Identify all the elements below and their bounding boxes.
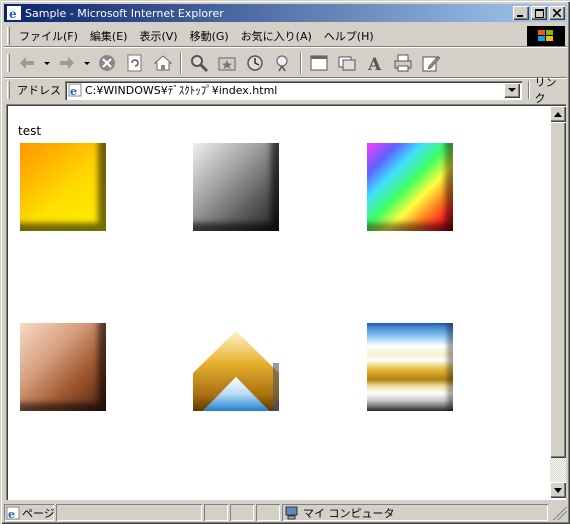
gray-gradient-image	[193, 143, 279, 231]
menu-view[interactable]: 表示(V)	[133, 28, 183, 44]
address-url: C:¥WINDOWS¥ﾃﾞｽｸﾄｯﾌﾟ¥index.html	[84, 84, 278, 97]
scroll-up-button[interactable]	[550, 106, 566, 122]
blue-gold-stripe-image	[367, 323, 453, 411]
page-text: test	[18, 124, 42, 138]
minimize-button[interactable]	[513, 6, 529, 20]
stop-icon[interactable]	[95, 51, 119, 75]
favorites-icon[interactable]	[215, 51, 239, 75]
menu-file[interactable]: ファイル(F)	[13, 28, 84, 44]
window-title: Sample - Microsoft Internet Explorer	[25, 6, 224, 20]
edit-icon[interactable]	[419, 51, 443, 75]
links-button[interactable]: リンク	[534, 74, 567, 106]
page-content: test	[6, 104, 566, 500]
print-icon[interactable]	[391, 51, 415, 75]
scroll-thumb[interactable]	[550, 122, 566, 458]
font-size-icon[interactable]: A	[363, 51, 387, 75]
address-label: アドレス	[16, 84, 61, 97]
windows-logo-icon	[527, 26, 565, 46]
status-pane-b	[230, 504, 254, 521]
search-icon[interactable]	[187, 51, 211, 75]
address-input[interactable]: e C:¥WINDOWS¥ﾃﾞｽｸﾄｯﾌﾟ¥index.html	[64, 80, 523, 100]
maximize-button[interactable]	[531, 6, 547, 20]
status-pane-c	[256, 504, 280, 521]
toolbar-separator	[300, 51, 302, 74]
status-text: ページ	[22, 506, 54, 520]
gold-chevron-image	[193, 323, 279, 411]
forward-dropdown-icon[interactable]	[83, 51, 91, 75]
back-dropdown-icon[interactable]	[43, 51, 51, 75]
title-bar[interactable]: e Sample - Microsoft Internet Explorer	[4, 4, 567, 22]
menu-favorites[interactable]: お気に入り(A)	[235, 28, 318, 44]
computer-icon	[284, 506, 300, 520]
status-zone-pane: マイ コンピュータ	[282, 504, 548, 521]
svg-text:e: e	[9, 7, 17, 21]
menu-help[interactable]: ヘルプ(H)	[318, 28, 380, 44]
browser-window: e Sample - Microsoft Internet Explorer フ…	[0, 0, 570, 524]
refresh-icon[interactable]	[123, 51, 147, 75]
address-bar: アドレス e C:¥WINDOWS¥ﾃﾞｽｸﾄｯﾌﾟ¥index.html リン…	[4, 76, 567, 105]
channels-icon[interactable]	[271, 51, 295, 75]
toolbar-separator	[180, 51, 182, 74]
toolbar-grip[interactable]	[7, 53, 10, 72]
status-main-pane: e ページ	[4, 504, 54, 521]
brown-gradient-image	[20, 323, 106, 411]
page-icon: e	[68, 83, 82, 98]
vertical-scrollbar[interactable]	[550, 106, 566, 498]
rainbow-gradient-image	[367, 143, 453, 231]
svg-text:e: e	[70, 85, 77, 97]
address-grip[interactable]	[7, 81, 10, 99]
status-page-icon: e	[6, 506, 20, 521]
scroll-down-button[interactable]	[550, 482, 566, 498]
svg-text:A: A	[367, 55, 382, 73]
links-separator	[528, 81, 531, 99]
svg-text:e: e	[8, 508, 15, 520]
home-icon[interactable]	[151, 51, 175, 75]
status-bar: e ページ マイ コンピュータ	[4, 503, 567, 522]
fullscreen-icon[interactable]	[307, 51, 331, 75]
forward-icon[interactable]	[55, 51, 79, 75]
ie-icon: e	[6, 5, 22, 21]
status-pane-a	[204, 504, 228, 521]
status-progress-pane	[56, 504, 202, 521]
yellow-gradient-image	[20, 143, 106, 231]
address-dropdown-button[interactable]	[504, 82, 521, 98]
close-button[interactable]	[549, 6, 565, 20]
zone-text: マイ コンピュータ	[303, 506, 395, 520]
toolbar: A	[4, 48, 567, 78]
menu-bar: ファイル(F) 編集(E) 表示(V) 移動(G) お気に入り(A) ヘルプ(H…	[4, 25, 567, 47]
mail-icon[interactable]	[335, 51, 359, 75]
back-icon[interactable]	[15, 51, 39, 75]
menu-edit[interactable]: 編集(E)	[84, 28, 134, 44]
menu-grip[interactable]	[7, 26, 10, 45]
menu-go[interactable]: 移動(G)	[184, 28, 235, 44]
history-icon[interactable]	[243, 51, 267, 75]
resize-grip[interactable]	[553, 505, 567, 520]
